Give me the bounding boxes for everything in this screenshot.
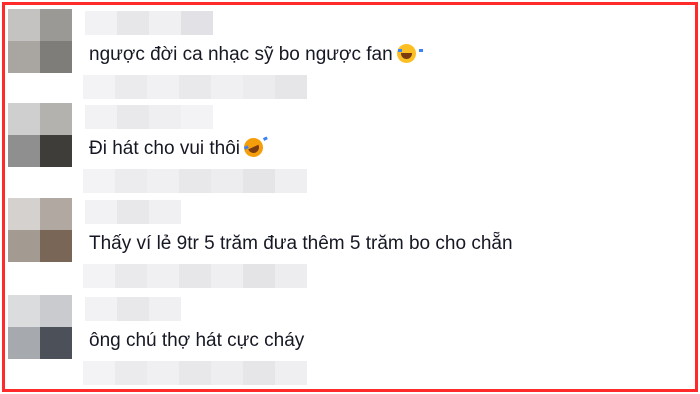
comment-meta-blurred — [83, 169, 307, 193]
comment-meta-blurred — [83, 75, 307, 99]
comment-text: ngược đời ca nhạc sỹ bo ngược fan — [89, 43, 423, 67]
rolling-on-the-floor-laughing-icon — [240, 134, 267, 161]
comment-item: Thấy ví lẻ 9tr 5 trăm đưa thêm 5 trăm bo… — [5, 198, 695, 288]
screenshot-frame: ngược đời ca nhạc sỹ bo ngược fan Đi hát… — [2, 2, 698, 392]
comment-text: ông chú thợ hát cực cháy — [89, 330, 305, 351]
username-blurred[interactable] — [85, 105, 213, 129]
comment-text: Đi hát cho vui thôi — [89, 134, 267, 161]
comment-text: Thấy ví lẻ 9tr 5 trăm đưa thêm 5 trăm bo… — [89, 233, 513, 254]
avatar[interactable] — [8, 103, 72, 167]
avatar[interactable] — [8, 9, 72, 73]
username-blurred[interactable] — [85, 200, 181, 224]
comment-item: Đi hát cho vui thôi — [5, 103, 695, 193]
comment-item: ông chú thợ hát cực cháy — [5, 295, 695, 385]
comment-item: ngược đời ca nhạc sỹ bo ngược fan — [5, 9, 695, 99]
comment-meta-blurred — [83, 264, 307, 288]
avatar[interactable] — [8, 198, 72, 262]
face-with-tears-of-joy-icon — [396, 44, 423, 63]
username-blurred[interactable] — [85, 297, 181, 321]
comment-meta-blurred — [83, 361, 307, 385]
username-blurred[interactable] — [85, 11, 213, 35]
avatar[interactable] — [8, 295, 72, 359]
